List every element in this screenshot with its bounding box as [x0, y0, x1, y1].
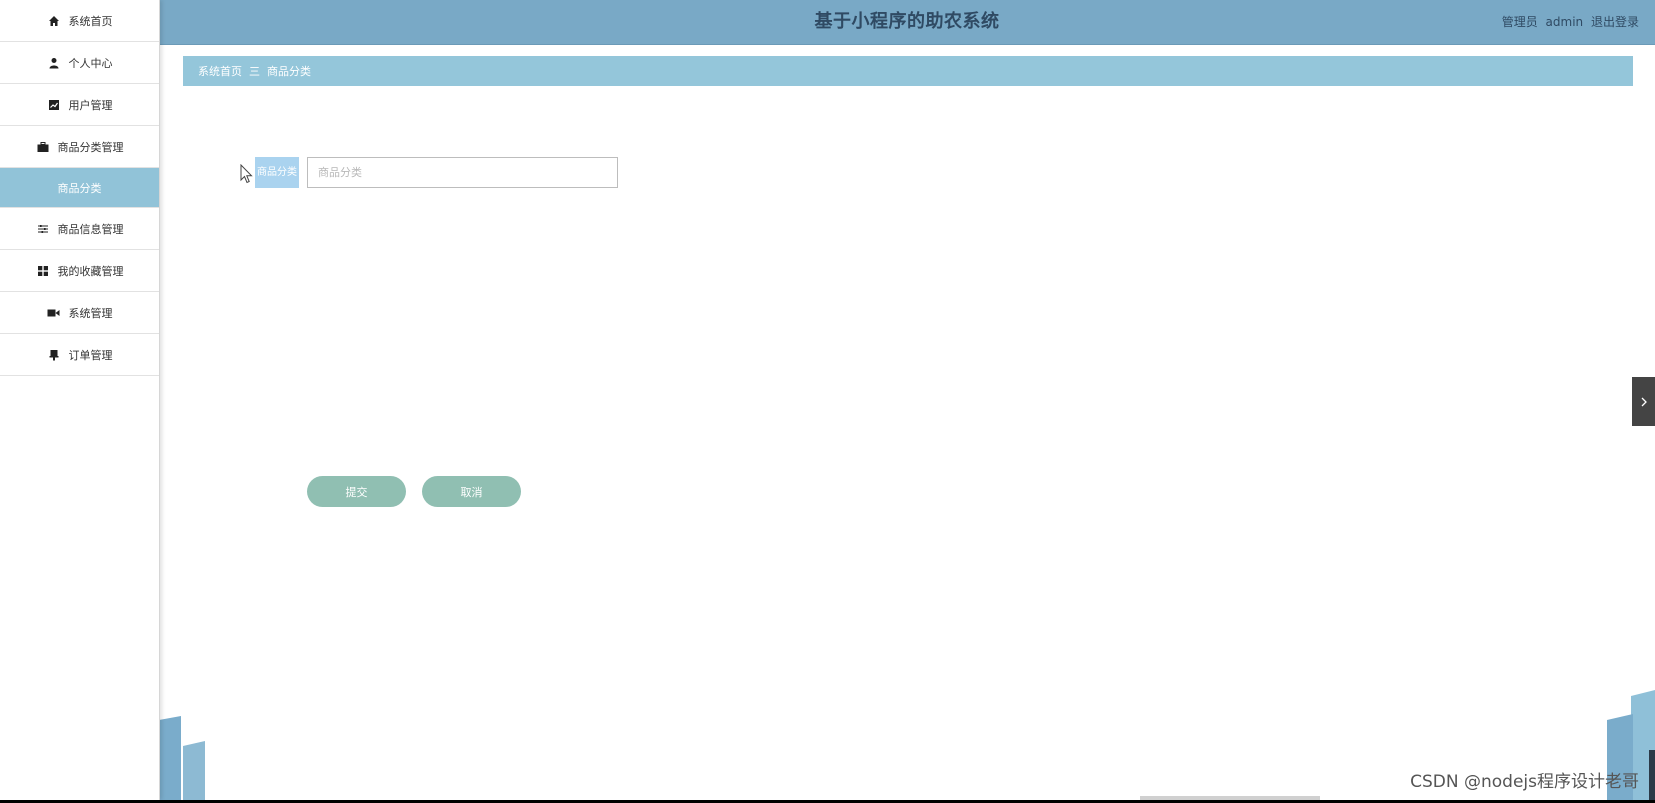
breadcrumb-home[interactable]: 系统首页 — [198, 63, 242, 79]
chart-icon — [47, 98, 61, 112]
stamp-icon — [47, 348, 61, 362]
breadcrumb: 系统首页 三 商品分类 — [183, 56, 1633, 86]
home-icon — [47, 14, 61, 28]
top-header: 基于小程序的助农系统 管理员 admin 退出登录 — [159, 0, 1655, 45]
logout-link[interactable]: 退出登录 — [1591, 15, 1639, 29]
sidebar-item-label: 系统管理 — [68, 306, 113, 320]
sidebar-item-product-info[interactable]: 商品信息管理 — [0, 208, 159, 250]
sidebar-item-label: 商品分类管理 — [57, 140, 124, 154]
skyline-decoration-left — [159, 716, 205, 800]
drawer-toggle-button[interactable] — [1632, 377, 1655, 426]
briefcase-icon — [36, 140, 50, 154]
mouse-cursor-icon — [240, 164, 253, 184]
app-title: 基于小程序的助农系统 — [814, 11, 1000, 32]
user-name: admin — [1545, 15, 1584, 29]
submit-button[interactable]: 提交 — [307, 476, 406, 507]
user-role: 管理员 — [1501, 15, 1538, 29]
category-field-label: 商品分类 — [255, 157, 299, 188]
sidebar-item-label: 用户管理 — [68, 98, 113, 112]
sidebar-item-favorites[interactable]: 我的收藏管理 — [0, 250, 159, 292]
chevron-right-icon — [1641, 397, 1647, 406]
sidebar: 系统首页 个人中心 用户管理 商品分类管理 商品分类 商品信息管理 我的收藏管理… — [0, 0, 160, 800]
watermark-text: CSDN @nodejs程序设计老哥 — [1410, 772, 1639, 792]
category-input[interactable] — [307, 157, 618, 188]
sidebar-item-category[interactable]: 商品分类 — [0, 168, 159, 208]
sidebar-item-home[interactable]: 系统首页 — [0, 0, 159, 42]
sidebar-item-profile[interactable]: 个人中心 — [0, 42, 159, 84]
sidebar-item-system[interactable]: 系统管理 — [0, 292, 159, 334]
user-area: 管理员 admin 退出登录 — [1498, 0, 1639, 44]
video-icon — [47, 306, 61, 320]
app-viewport: 基于小程序的助农系统 管理员 admin 退出登录 系统首页 个人中心 用户管理 — [0, 0, 1655, 800]
user-icon — [47, 56, 61, 70]
grid-icon — [36, 264, 50, 278]
breadcrumb-separator: 三 — [249, 65, 260, 78]
sidebar-item-users[interactable]: 用户管理 — [0, 84, 159, 126]
sidebar-item-label: 系统首页 — [68, 14, 113, 28]
sidebar-item-label: 我的收藏管理 — [57, 264, 124, 278]
breadcrumb-current: 商品分类 — [267, 65, 311, 78]
sidebar-item-label: 商品信息管理 — [57, 222, 124, 236]
sidebar-item-label: 个人中心 — [68, 56, 113, 70]
sidebar-item-label: 订单管理 — [68, 348, 113, 362]
sidebar-item-category-mgmt[interactable]: 商品分类管理 — [0, 126, 159, 168]
sliders-icon — [36, 222, 50, 236]
cancel-button[interactable]: 取消 — [422, 476, 521, 507]
sidebar-item-orders[interactable]: 订单管理 — [0, 334, 159, 376]
sidebar-item-label: 商品分类 — [57, 181, 102, 195]
bottom-scrollbar-strip — [1140, 796, 1320, 800]
